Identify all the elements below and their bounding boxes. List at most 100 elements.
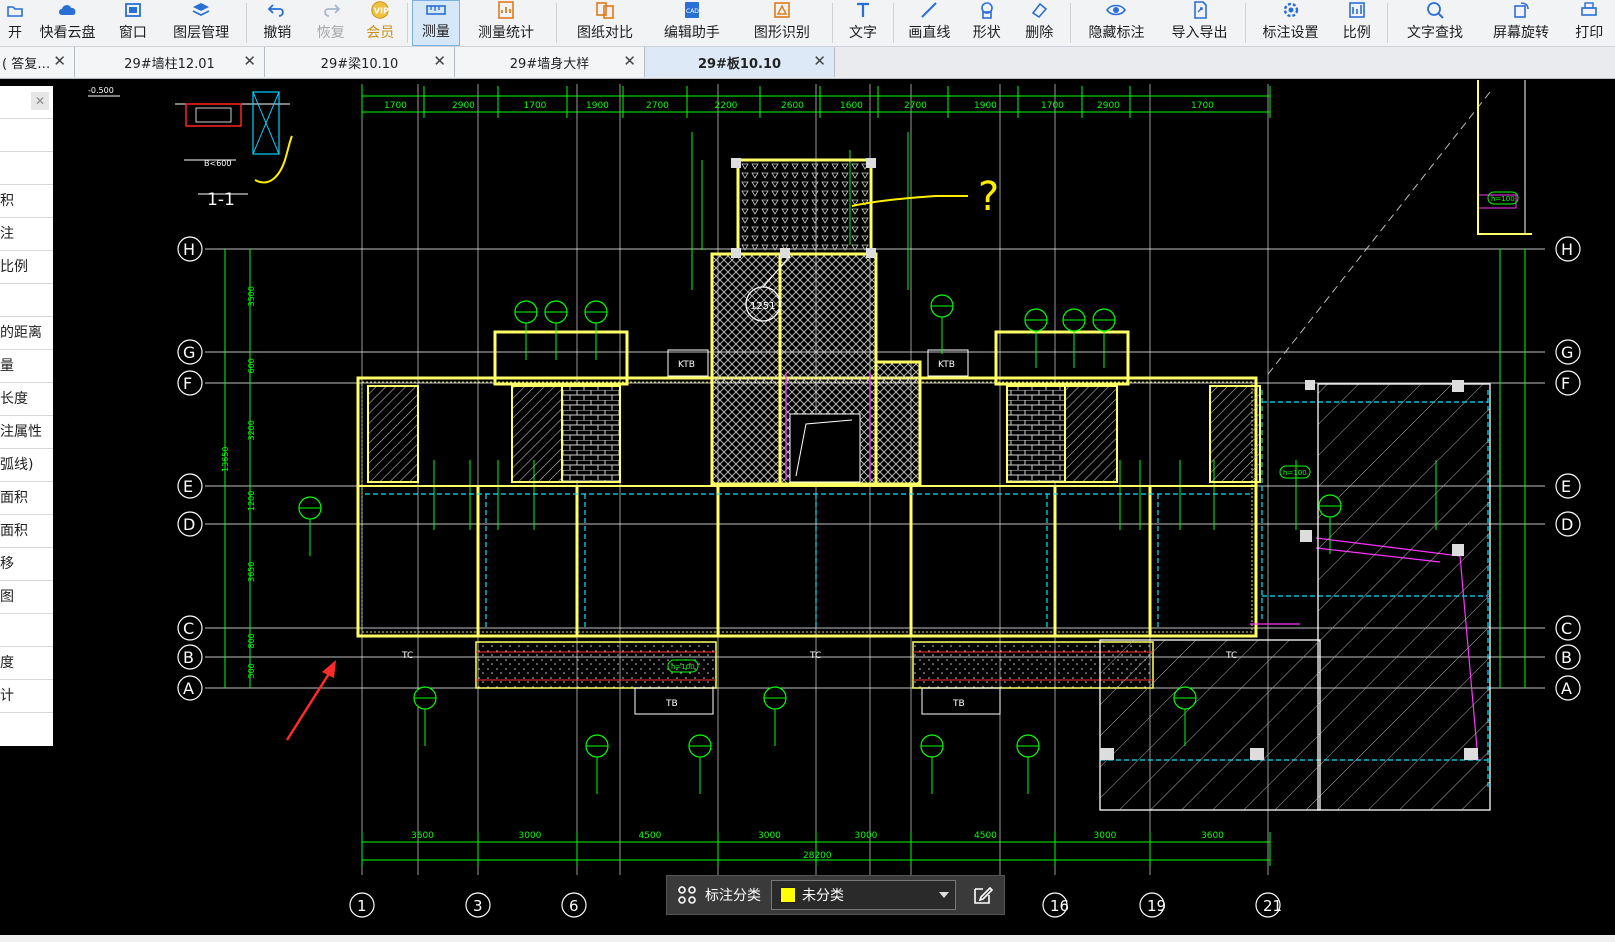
toolbar-button-print[interactable]: 打印: [1564, 0, 1615, 46]
toolbar-button-eraser[interactable]: 删除: [1013, 0, 1066, 46]
shape-recognize-icon: [771, 0, 793, 20]
axis-label-left: F: [183, 374, 192, 393]
close-tab-icon[interactable]: ✕: [623, 53, 636, 69]
compare-icon: [594, 0, 616, 20]
toolbar-button-eye-hide[interactable]: 隐藏标注: [1075, 0, 1158, 46]
left-panel-item[interactable]: 的距离: [0, 317, 53, 350]
svg-text:TB: TB: [952, 699, 965, 709]
left-tool-panel: ✕ 积注比例 的距离量长度 注属性 弧线) 面积 面积移图度计: [0, 86, 54, 746]
toolbar-button-window[interactable]: 窗口: [105, 0, 160, 46]
toolbar-button-import-export[interactable]: 导入导出: [1158, 0, 1241, 46]
left-panel-item[interactable]: [0, 119, 53, 152]
toolbar-separator: [245, 3, 247, 43]
document-tab[interactable]: ( 答复… ✕: [0, 47, 75, 77]
axis-label-right: H: [1561, 240, 1573, 259]
close-tab-icon[interactable]: ✕: [243, 53, 256, 69]
category-selected-value: 未分类: [802, 888, 844, 904]
panel-close-icon[interactable]: ✕: [31, 92, 49, 110]
toolbar-button-scale[interactable]: 比例: [1331, 0, 1382, 46]
toolbar-button-text-search[interactable]: 文字查找: [1392, 0, 1479, 46]
left-panel-item[interactable]: 计: [0, 680, 53, 713]
h100-label-1: h=100: [1283, 469, 1307, 477]
axis-label-right: G: [1561, 343, 1573, 362]
toolbar-button-label: 导入导出: [1171, 25, 1228, 41]
toolbar-button-label: 快看云盘: [39, 25, 96, 41]
toolbar-button-label: 图形识别: [753, 25, 810, 41]
toolbar-button-shape[interactable]: 形状: [961, 0, 1012, 46]
dim-text-bottom: 3600: [411, 831, 434, 841]
left-panel-item[interactable]: 图: [0, 581, 53, 614]
detail-callout-label: 1251: [750, 301, 775, 312]
left-panel-item[interactable]: 注属性: [0, 416, 53, 449]
dim-text-bottom: 3000: [855, 831, 878, 841]
dim-text-left: 3650: [247, 562, 256, 582]
toolbar-button-text[interactable]: 文字: [837, 0, 888, 46]
axis-label-left: D: [183, 515, 195, 534]
document-tab[interactable]: 29#墙身大样 ✕: [455, 47, 645, 77]
undo-icon: [266, 0, 288, 20]
toolbar-button-open[interactable]: 开: [0, 0, 30, 46]
toolbar-button-vip[interactable]: VIP 会员: [358, 0, 404, 46]
left-panel-item[interactable]: 长度: [0, 383, 53, 416]
edit-icon[interactable]: [972, 884, 994, 906]
dim-text-left: 500: [247, 663, 256, 678]
dim-text-top: 1900: [586, 101, 609, 111]
toolbar-button-gear[interactable]: 标注设置: [1250, 0, 1331, 46]
import-export-icon: [1189, 0, 1211, 20]
toolbar-button-ruler[interactable]: 测量: [412, 0, 460, 46]
document-tab[interactable]: 29#板10.10 ✕: [645, 47, 835, 77]
axis-label-left: G: [183, 343, 195, 362]
left-panel-item[interactable]: 注: [0, 218, 53, 251]
left-panel-item[interactable]: [0, 614, 53, 647]
toolbar-button-layers[interactable]: 图层管理: [161, 0, 242, 46]
tab-label: 29#板10.10: [697, 56, 782, 72]
left-panel-item[interactable]: 面积: [0, 482, 53, 515]
close-tab-icon[interactable]: ✕: [433, 53, 446, 69]
toolbar-separator: [832, 3, 834, 43]
close-tab-icon[interactable]: ✕: [53, 53, 66, 69]
toolbar-button-shape-recognize[interactable]: 图形识别: [735, 0, 828, 46]
close-tab-icon[interactable]: ✕: [813, 53, 826, 69]
toolbar-separator: [407, 3, 409, 43]
left-panel-item[interactable]: 度: [0, 647, 53, 680]
toolbar-separator: [892, 3, 894, 43]
cloud-icon: [57, 0, 79, 20]
left-panel-item[interactable]: 比例: [0, 251, 53, 284]
toolbar-button-label: 形状: [972, 25, 1001, 41]
document-tab[interactable]: 29#墙柱12.01 ✕: [75, 47, 265, 77]
dim-text-left: 1200: [247, 491, 256, 511]
left-panel-item[interactable]: 移: [0, 548, 53, 581]
toolbar-button-cad-edit[interactable]: CAD 编辑助手: [648, 0, 735, 46]
left-panel-item[interactable]: [0, 284, 53, 317]
category-select[interactable]: 未分类: [771, 880, 956, 910]
toolbar-button-measure-stats[interactable]: 测量统计: [460, 0, 553, 46]
left-panel-item[interactable]: 面积: [0, 515, 53, 548]
toolbar-button-undo[interactable]: 撤销: [251, 0, 304, 46]
axis-label-left: B: [183, 648, 194, 667]
toolbar-button-redo[interactable]: 恢复: [304, 0, 357, 46]
axis-label-right: A: [1561, 679, 1572, 698]
toolbar-button-label: 测量: [421, 24, 450, 40]
dim-text-bottom: 3600: [1201, 831, 1224, 841]
left-panel-item[interactable]: 积: [0, 185, 53, 218]
panel-header: ✕: [0, 86, 53, 119]
main-toolbar: 开 快看云盘 窗口 图层管理 撤销 恢复 VIP 会员 测量 测量统计 图纸对比 CAD 编辑助手 图形识…: [0, 0, 1615, 47]
dim-text-top: 2200: [715, 101, 738, 111]
left-panel-item[interactable]: 量: [0, 350, 53, 383]
document-tab[interactable]: 29#梁10.10 ✕: [265, 47, 455, 77]
question-mark-text: ?: [978, 174, 999, 220]
toolbar-button-rotate[interactable]: 屏幕旋转: [1479, 0, 1564, 46]
toolbar-button-label: 测量统计: [478, 25, 535, 41]
status-bar: [0, 935, 1615, 942]
left-panel-item[interactable]: 弧线): [0, 449, 53, 482]
toolbar-button-label: 图层管理: [173, 25, 230, 41]
axis-label-left: C: [183, 619, 194, 638]
toolbar-button-cloud[interactable]: 快看云盘: [30, 0, 105, 46]
left-panel-item[interactable]: [0, 152, 53, 185]
grid-icon[interactable]: [677, 885, 697, 905]
toolbar-separator: [556, 3, 558, 43]
svg-text:TB: TB: [665, 699, 678, 709]
cad-drawing-canvas[interactable]: 1-1 -0.500 B<600 H HG GF FE ED DC CB BA A1 3 6 16 19…: [53, 79, 1615, 935]
toolbar-button-line[interactable]: 画直线: [898, 0, 961, 46]
toolbar-button-compare[interactable]: 图纸对比: [561, 0, 648, 46]
